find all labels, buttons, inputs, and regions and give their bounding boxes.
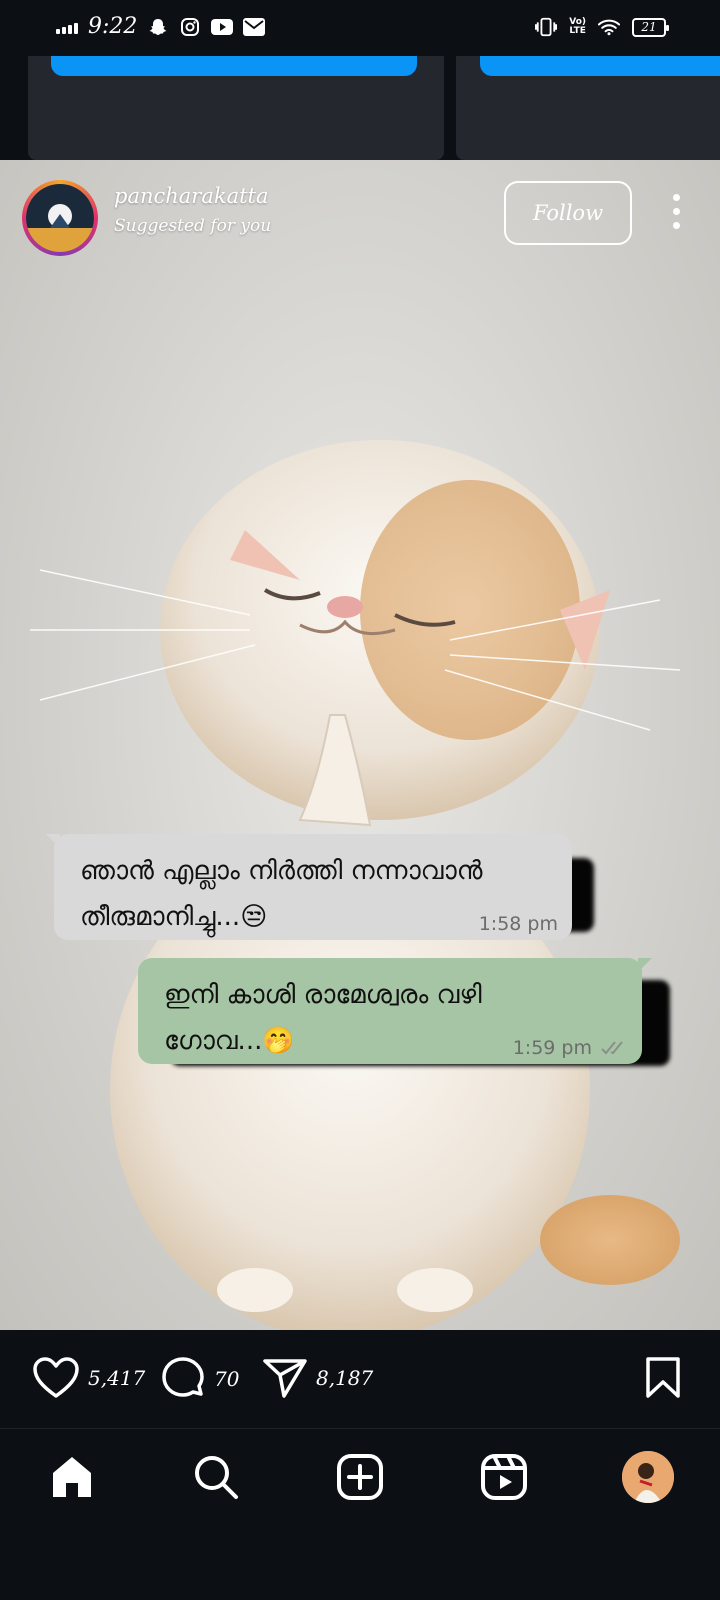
create-icon <box>337 1454 383 1500</box>
wifi-icon <box>598 16 620 38</box>
home-icon <box>53 1457 91 1497</box>
message-text: ഇനി കാശി രാമേശ്വരം വഴി <box>164 980 482 1010</box>
likes-count[interactable]: 5,417 <box>88 1366 145 1390</box>
post-image[interactable] <box>0 160 720 1330</box>
shares-count[interactable]: 8,187 <box>316 1366 373 1390</box>
status-time: 9:22 <box>88 14 138 39</box>
signal-icon <box>56 20 78 34</box>
suggestion-card[interactable] <box>28 56 444 160</box>
save-button[interactable] <box>644 1356 682 1400</box>
like-button[interactable]: 5,417 <box>32 1356 145 1400</box>
chat-bubble-received: ഞാൻ എല്ലാം നിർത്തി നന്നാവാൻ തീരുമാനിച്ചു… <box>46 834 572 940</box>
comment-icon <box>162 1357 204 1397</box>
double-check-icon <box>601 1041 623 1055</box>
nav-home[interactable] <box>44 1449 100 1505</box>
search-icon <box>195 1456 238 1499</box>
instagram-icon <box>179 16 201 38</box>
battery-icon: 21 <box>632 17 669 37</box>
suggested-cards-strip <box>0 56 720 160</box>
reels-icon <box>481 1454 527 1500</box>
volte-icon: Vo) LTE <box>569 17 586 36</box>
bookmark-icon <box>646 1357 680 1398</box>
chat-bubble-sent: ഇനി കാശി രാമേശ്വരം വഴി ഗോവ...🤭 1:59 pm <box>138 958 652 1064</box>
comments-count[interactable]: 70 <box>214 1367 239 1391</box>
nav-reels[interactable] <box>476 1449 532 1505</box>
bottom-navigation <box>0 1428 720 1600</box>
follow-button[interactable]: Follow <box>504 181 632 245</box>
more-options-icon[interactable] <box>666 194 686 234</box>
send-icon <box>263 1359 307 1398</box>
post-author-avatar[interactable] <box>22 180 98 256</box>
mail-icon <box>243 16 266 38</box>
suggestion-follow-button[interactable] <box>51 56 417 76</box>
vibrate-icon <box>535 16 558 38</box>
post-subtitle: Suggested for you <box>114 216 272 236</box>
nav-search[interactable] <box>188 1449 244 1505</box>
heart-icon <box>33 1357 79 1398</box>
youtube-icon <box>211 16 234 38</box>
suggestion-follow-button[interactable] <box>480 56 720 76</box>
snapchat-icon <box>147 16 169 38</box>
message-text: ഞാൻ എല്ലാം നിർത്തി നന്നാവാൻ <box>80 856 483 886</box>
share-button[interactable]: 8,187 <box>262 1356 373 1400</box>
profile-avatar <box>622 1451 674 1503</box>
post-actions: 5,417 70 8,187 <box>0 1330 720 1428</box>
nav-create[interactable] <box>332 1449 388 1505</box>
suggestion-card[interactable] <box>456 56 720 160</box>
post-header: pancharakatta Suggested for you Follow <box>0 160 720 270</box>
comment-button[interactable]: 70 <box>160 1356 239 1402</box>
post-username[interactable]: pancharakatta <box>114 184 269 208</box>
nav-profile[interactable] <box>620 1449 676 1505</box>
message-time: 1:58 pm <box>478 913 558 935</box>
cat-illustration <box>30 440 681 1330</box>
message-time: 1:59 pm <box>513 1038 628 1058</box>
status-bar: 9:22 Vo) LTE 21 <box>0 0 720 56</box>
